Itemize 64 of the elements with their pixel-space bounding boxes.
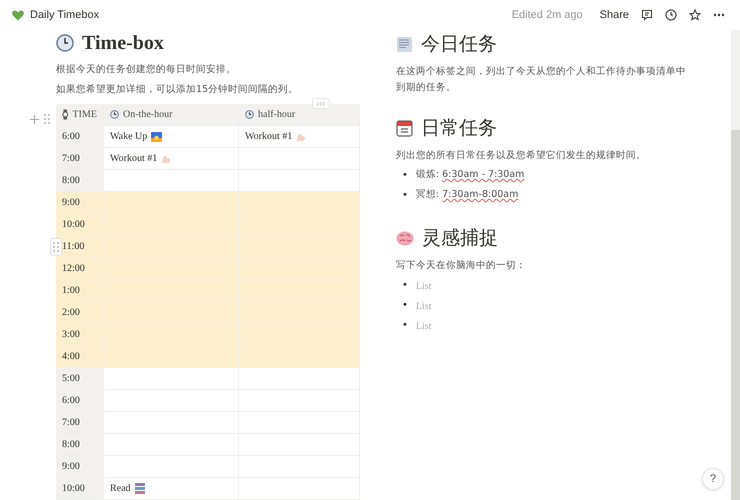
page-heading: Time-box (82, 32, 164, 55)
table-cell: Wake Up (104, 126, 239, 148)
list-item-input[interactable]: List (416, 318, 536, 334)
column-header[interactable]: On-the-hour (104, 104, 239, 126)
time-cell: 10:00 (56, 214, 104, 236)
plus-icon[interactable] (30, 114, 39, 124)
clock-icon (110, 110, 119, 119)
clock-icon (245, 110, 254, 119)
bullet-marker: • (402, 279, 408, 293)
time-cell: 9:00 (56, 456, 104, 478)
table-cell: Workout #1 (104, 148, 239, 170)
scrollbar[interactable] (731, 30, 740, 500)
description-text: 列出您的所有日常任务以及您希望它们发生的规律时间。 (396, 149, 647, 163)
time-cell: 1:00 (56, 280, 104, 302)
description-text: 如果您希望更加详细，可以添加15分钟时间间隔的列。 (56, 83, 300, 97)
time-cell: 7:00 (56, 148, 104, 170)
table-cell: Workout #1 (239, 126, 360, 148)
edited-label: Edited 2m ago (512, 9, 583, 21)
document-icon (396, 36, 413, 52)
drag-handle-icon[interactable] (44, 114, 50, 124)
heart-icon (12, 10, 24, 20)
column-handle[interactable] (312, 98, 330, 109)
time-cell: 10:00 (56, 478, 104, 500)
flexed-arm-icon (296, 132, 306, 142)
sunrise-icon (151, 132, 162, 142)
drag-handle-icon[interactable] (53, 242, 59, 252)
brain-icon (396, 230, 414, 246)
table-cell: Read (104, 478, 239, 500)
column-header[interactable]: half-hour (239, 104, 360, 126)
time-cell: 6:00 (56, 126, 104, 148)
bullet-marker: • (402, 169, 408, 183)
section-heading: 灵感捕捉 (422, 226, 498, 251)
time-cell: 9:00 (56, 192, 104, 214)
books-icon (134, 483, 145, 494)
time-cell: 8:00 (56, 434, 104, 456)
time-cell: 7:00 (56, 412, 104, 434)
calendar-icon (396, 120, 413, 136)
section-heading: 今日任务 (421, 32, 497, 57)
bullet-marker: • (402, 299, 408, 313)
bullet-marker: • (402, 319, 408, 333)
description-text: 在这两个标签之间，列出了今天从您的个人和工作待办事项清单中到期的任务。 (396, 65, 687, 95)
description-text: 根据今天的任务创建您的每日时间安排。 (56, 63, 237, 77)
time-cell: 8:00 (56, 170, 104, 192)
list-item: 冥想: 7:30am-8:00am (416, 188, 518, 202)
time-cell: 4:00 (56, 346, 104, 368)
bullet-marker: • (402, 189, 408, 203)
time-cell: 3:00 (56, 324, 104, 346)
section-heading: 日常任务 (421, 116, 497, 141)
description-text: 写下今天在你脑海中的一切： (396, 259, 527, 273)
share-button[interactable]: Share (596, 7, 632, 23)
list-item: 锻炼: 6:30am - 7:30am (416, 168, 524, 182)
list-item-input[interactable]: List (416, 298, 536, 314)
row-handle[interactable] (50, 238, 62, 256)
column-header[interactable]: TIME (56, 104, 104, 126)
page-title[interactable]: Daily Timebox (30, 9, 100, 21)
list-item-input[interactable]: List (416, 278, 536, 294)
time-cell: 12:00 (56, 258, 104, 280)
clock-icon (56, 34, 74, 52)
flexed-arm-icon (161, 154, 172, 164)
watch-icon (62, 109, 69, 120)
time-cell: 2:00 (56, 302, 104, 324)
help-button[interactable]: ? (702, 468, 724, 490)
time-cell: 6:00 (56, 390, 104, 412)
time-cell: 5:00 (56, 368, 104, 390)
